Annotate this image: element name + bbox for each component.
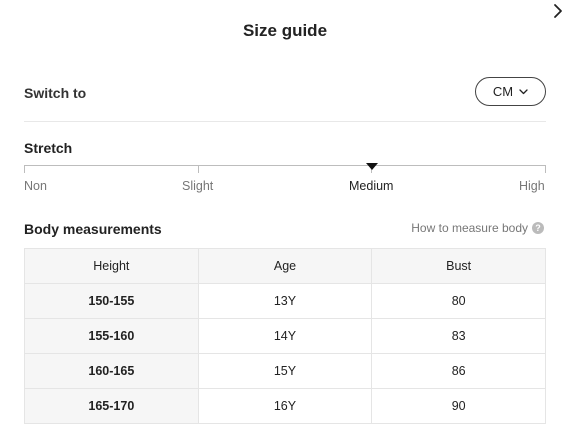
- stretch-tick-slight: [198, 165, 199, 173]
- chevron-right-icon[interactable]: [550, 2, 562, 20]
- stretch-level-non: Non: [24, 179, 47, 193]
- column-header-height: Height: [24, 248, 199, 284]
- unit-dropdown-button[interactable]: CM: [475, 77, 546, 106]
- bust-cell: 86: [371, 353, 546, 389]
- column-header-bust: Bust: [371, 248, 546, 284]
- table-row: 165-170 16Y 90: [24, 388, 546, 424]
- height-cell: 160-165: [24, 353, 199, 389]
- size-table: Height Age Bust 150-155 13Y 80 155-160 1…: [24, 248, 546, 424]
- age-cell: 14Y: [197, 318, 373, 354]
- stretch-level-slight: Slight: [182, 179, 214, 193]
- stretch-indicator-icon: [366, 163, 378, 170]
- how-to-measure-text: How to measure body: [411, 221, 528, 235]
- column-header-age: Age: [197, 248, 373, 284]
- switch-to-label: Switch to: [24, 85, 87, 101]
- bust-cell: 83: [371, 318, 546, 354]
- stretch-level-high: High: [519, 179, 545, 193]
- age-cell: 15Y: [197, 353, 373, 389]
- table-header-row: Height Age Bust: [24, 248, 546, 284]
- how-to-measure-link[interactable]: How to measure body ?: [411, 221, 544, 235]
- height-cell: 150-155: [24, 283, 199, 319]
- page-title: Size guide: [242, 21, 328, 40]
- bust-cell: 90: [371, 388, 546, 424]
- unit-dropdown-value: CM: [492, 84, 514, 99]
- stretch-label: Stretch: [24, 140, 73, 156]
- chevron-down-icon: [519, 88, 528, 94]
- stretch-level-medium: Medium: [349, 179, 394, 193]
- unit-switch-row: Switch to CM: [24, 76, 546, 110]
- age-cell: 13Y: [197, 283, 373, 319]
- stretch-tick-high: [545, 165, 546, 173]
- question-mark-icon: ?: [532, 222, 544, 234]
- bust-cell: 80: [371, 283, 546, 319]
- body-measurements-label: Body measurements: [24, 221, 162, 237]
- age-cell: 16Y: [197, 388, 373, 424]
- table-row: 150-155 13Y 80: [24, 283, 546, 319]
- stretch-scale: [24, 163, 546, 175]
- section-divider: [24, 121, 546, 122]
- stretch-tick-non: [24, 165, 25, 173]
- height-cell: 165-170: [24, 388, 199, 424]
- stretch-track-line: [24, 165, 546, 166]
- table-row: 155-160 14Y 83: [24, 318, 546, 354]
- table-row: 160-165 15Y 86: [24, 353, 546, 389]
- height-cell: 155-160: [24, 318, 199, 354]
